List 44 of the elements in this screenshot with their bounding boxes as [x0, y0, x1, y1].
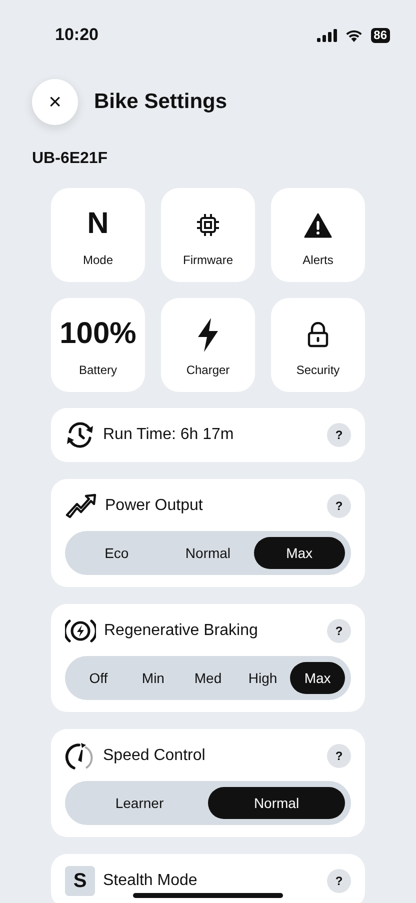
segment-option[interactable]: Learner	[71, 787, 208, 819]
help-button[interactable]: ?	[327, 423, 351, 447]
signal-icon	[316, 28, 337, 42]
segment-option[interactable]: Eco	[71, 537, 162, 569]
trend-arrow-icon	[65, 493, 97, 519]
letter-icon: S	[65, 866, 95, 896]
history-icon	[65, 421, 95, 449]
tile-button[interactable]: Firmware	[161, 188, 255, 282]
tile-value: 100%	[60, 317, 136, 352]
warning-icon	[304, 212, 332, 238]
tile-button[interactable]: Charger	[161, 298, 255, 392]
segment-option[interactable]: Normal	[162, 537, 254, 569]
lightning-icon	[196, 318, 220, 352]
card-title: Power Output	[105, 497, 203, 515]
status-time: 10:20	[55, 24, 98, 46]
card-title: Speed Control	[103, 747, 206, 765]
lock-icon	[307, 322, 329, 348]
segment-option[interactable]: Min	[126, 662, 181, 694]
wifi-icon	[344, 28, 363, 42]
card-title: Run Time: 6h 17m	[103, 426, 234, 444]
chip-icon	[195, 212, 221, 238]
segment-option[interactable]: Max	[290, 662, 345, 694]
tile-button[interactable]: Alerts	[271, 188, 365, 282]
card-title: Regenerative Braking	[104, 622, 258, 640]
card-title: Stealth Mode	[103, 872, 198, 890]
battery-indicator: 86	[370, 28, 390, 42]
help-button[interactable]: ?	[327, 494, 351, 518]
close-button[interactable]: ×	[32, 79, 78, 125]
segment-option[interactable]: High	[235, 662, 290, 694]
help-button[interactable]: ?	[327, 869, 351, 893]
tile-button[interactable]: 100% Battery	[51, 298, 145, 392]
help-button[interactable]: ?	[327, 744, 351, 768]
tile-button[interactable]: Security	[271, 298, 365, 392]
tile-button[interactable]: N Mode	[51, 188, 145, 282]
segment-option[interactable]: Max	[254, 537, 345, 569]
segment-option[interactable]: Normal	[208, 787, 345, 819]
page-title: Bike Settings	[94, 89, 228, 115]
gauge-icon	[65, 741, 95, 771]
segment-option[interactable]: Off	[71, 662, 126, 694]
device-id: UB-6E21F	[31, 149, 109, 169]
power-ring-icon	[65, 617, 96, 645]
tile-value: N	[87, 207, 109, 242]
segment-option[interactable]: Med	[180, 662, 236, 694]
help-button[interactable]: ?	[327, 619, 351, 643]
